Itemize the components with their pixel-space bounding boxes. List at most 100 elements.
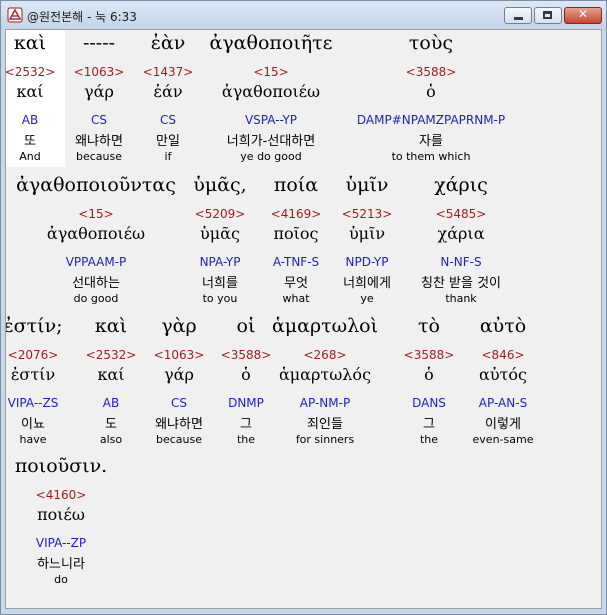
strong-number-link[interactable]: <268> xyxy=(303,348,346,362)
strong-number-link[interactable]: <2076> xyxy=(8,348,59,362)
strong-number-link[interactable]: <15> xyxy=(78,207,113,221)
lexical-form: ἐάν xyxy=(153,82,183,101)
greek-word[interactable]: αὐτὸ xyxy=(480,315,526,337)
minimize-button[interactable] xyxy=(504,7,532,24)
english-gloss: ye xyxy=(360,292,374,305)
korean-gloss: 도 xyxy=(105,417,117,432)
greek-word[interactable]: ὑμᾶς, xyxy=(193,174,246,196)
maximize-icon xyxy=(543,11,552,19)
lexical-form: ποῖος xyxy=(273,224,319,243)
strong-number-link[interactable]: <4160> xyxy=(36,488,87,502)
window-title: @원전본해 - 눅 6:33 xyxy=(27,10,137,24)
parsing-code: A-TNF-S xyxy=(272,255,320,269)
greek-word[interactable]: τὸ xyxy=(418,315,440,337)
strong-number-link[interactable]: <2532> xyxy=(6,65,55,79)
english-gloss: because xyxy=(155,433,203,446)
lexical-form: αὐτός xyxy=(479,365,527,384)
bible-app-icon[interactable] xyxy=(7,7,23,23)
strong-number-link[interactable]: <5209> xyxy=(195,207,246,221)
english-gloss: if xyxy=(164,150,172,163)
english-gloss: because xyxy=(75,150,123,163)
greek-word[interactable]: ἁμαρτωλοὶ xyxy=(272,315,378,337)
parsing-code: DAMP#NPAMZPAPRNM-P xyxy=(356,113,506,127)
lexical-form: γάρ xyxy=(84,82,114,101)
parsing-code: NPA-YP xyxy=(199,255,241,269)
english-gloss: do good xyxy=(73,292,119,305)
parsing-code: AP-NM-P xyxy=(299,396,351,410)
parsing-code: AP-AN-S xyxy=(478,396,528,410)
english-gloss: to them which xyxy=(391,150,471,163)
greek-word[interactable]: ἐὰν xyxy=(151,32,186,54)
strong-number-link[interactable]: <3588> xyxy=(404,348,455,362)
english-gloss: for sinners xyxy=(295,433,355,446)
korean-gloss: 너희에게 xyxy=(343,276,391,291)
lexical-form: ὁ xyxy=(241,365,251,384)
lexical-form: γάρ xyxy=(164,365,194,384)
parsing-code: DNMP xyxy=(228,396,264,410)
korean-gloss: 선대하는 xyxy=(72,276,120,291)
strong-number-link[interactable]: <1437> xyxy=(143,65,194,79)
english-gloss: even-same xyxy=(472,433,534,446)
korean-gloss: 왜냐하면 xyxy=(75,134,123,149)
strong-number-link[interactable]: <5485> xyxy=(436,207,487,221)
english-gloss: ye do good xyxy=(240,150,302,163)
greek-word[interactable]: γὰρ xyxy=(161,315,196,337)
greek-word[interactable]: ἀγαθοποιοῦντας xyxy=(16,174,176,196)
parsing-code: VPPAAM-P xyxy=(65,255,127,269)
korean-gloss: 자를 xyxy=(419,134,443,149)
korean-gloss: 너희가-선대하면 xyxy=(226,134,316,149)
greek-word[interactable]: ----- xyxy=(83,32,115,54)
parsing-code: AB xyxy=(21,113,39,127)
greek-word[interactable]: χάρις xyxy=(434,174,488,196)
korean-gloss: 너희를 xyxy=(202,276,238,291)
greek-word[interactable]: ἀγαθοποιῆτε xyxy=(209,32,332,54)
greek-word[interactable]: καὶ xyxy=(95,315,127,337)
lexical-form: ἀγαθοποιέω xyxy=(46,224,146,243)
strong-number-link[interactable]: <15> xyxy=(253,65,288,79)
english-gloss: have xyxy=(19,433,47,446)
lexical-form: ἐστίν xyxy=(10,365,56,384)
lexical-form: ὑμᾶς xyxy=(200,224,240,243)
greek-word[interactable]: καὶ xyxy=(14,32,46,54)
parsing-code: AB xyxy=(102,396,120,410)
korean-gloss: 칭찬 받을 것이 xyxy=(420,276,502,291)
greek-word[interactable]: τοὺς xyxy=(409,32,453,54)
english-gloss: the xyxy=(419,433,439,446)
strong-number-link[interactable]: <2532> xyxy=(86,348,137,362)
title-bar[interactable]: @원전본해 - 눅 6:33 ✕ xyxy=(1,1,606,29)
interlinear-view[interactable]: καὶ <2532> καί AB 또 And ----- <1063> γάρ CS 왜냐하면 be… xyxy=(5,29,602,609)
english-gloss: also xyxy=(99,433,123,446)
english-gloss: to you xyxy=(202,292,238,305)
greek-word[interactable]: ποία xyxy=(274,174,318,196)
greek-word[interactable]: ὑμῖν xyxy=(346,174,389,196)
parsing-code: CS xyxy=(91,113,107,127)
strong-number-link[interactable]: <1063> xyxy=(154,348,205,362)
greek-word[interactable]: οἱ xyxy=(237,315,256,337)
lexical-form: καί xyxy=(97,365,125,384)
strong-number-link[interactable]: <4169> xyxy=(271,207,322,221)
parsing-code: VSPA--YP xyxy=(244,113,298,127)
strong-number-link[interactable]: <846> xyxy=(481,348,524,362)
minimize-icon xyxy=(514,17,523,20)
korean-gloss: 이뇨 xyxy=(21,417,45,432)
app-window: @원전본해 - 눅 6:33 ✕ καὶ <2532> καί AB 또 And -----… xyxy=(0,0,607,615)
strong-number-link[interactable]: <1063> xyxy=(74,65,125,79)
maximize-button[interactable] xyxy=(534,7,562,24)
english-gloss: do xyxy=(54,573,68,586)
lexical-form: καί xyxy=(16,82,44,101)
korean-gloss: 그 xyxy=(423,417,435,432)
english-gloss: the xyxy=(236,433,256,446)
greek-word[interactable]: ἐστίν; xyxy=(6,315,63,337)
strong-number-link[interactable]: <3588> xyxy=(406,65,457,79)
korean-gloss: 하느니라 xyxy=(37,557,85,572)
parsing-code: N-NF-S xyxy=(440,255,482,269)
parsing-code: CS xyxy=(171,396,187,410)
korean-gloss: 왜냐하면 xyxy=(155,417,203,432)
parsing-code: VIPA--ZS xyxy=(7,396,59,410)
strong-number-link[interactable]: <3588> xyxy=(221,348,272,362)
strong-number-link[interactable]: <5213> xyxy=(342,207,393,221)
close-button[interactable]: ✕ xyxy=(564,7,602,24)
lexical-form: ὑμῖν xyxy=(348,224,386,243)
greek-word[interactable]: ποιοῦσιν. xyxy=(15,455,107,477)
lexical-form: ὁ xyxy=(426,82,436,101)
